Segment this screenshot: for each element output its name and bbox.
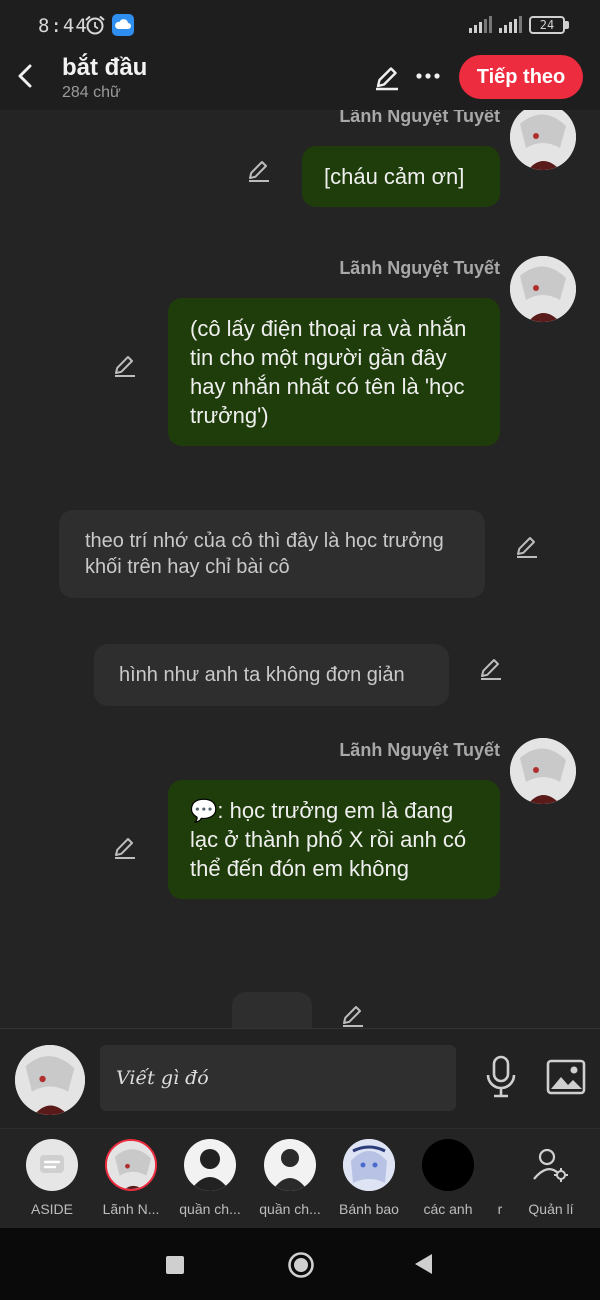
character-lanh-nguyet-tuyet[interactable]: Lãnh N...	[91, 1139, 171, 1217]
character-label: các anh	[423, 1201, 473, 1217]
user-message-bubble[interactable]: [cháu cảm ơn]	[302, 146, 500, 207]
character-banh-bao[interactable]: Bánh bao	[329, 1139, 409, 1217]
character-label: quần ch...	[179, 1201, 241, 1217]
recent-apps-icon[interactable]	[166, 1256, 184, 1274]
character-avatar	[105, 1139, 157, 1191]
story-title: bắt đầu	[62, 54, 148, 81]
user-message-bubble[interactable]: (cô lấy điện thoại ra và nhắn tin cho mộ…	[168, 298, 500, 446]
character-cac-anh[interactable]: các anh	[408, 1139, 488, 1217]
composer: Viết gì đó	[0, 1028, 600, 1128]
image-icon[interactable]	[546, 1059, 586, 1095]
reply-bubble[interactable]: theo trí nhớ của cô thì đây là học trưởn…	[59, 510, 485, 598]
character-label: Lãnh N...	[102, 1201, 160, 1217]
aside-icon	[26, 1139, 78, 1191]
edit-pencil-icon[interactable]	[112, 352, 138, 378]
silhouette-avatar	[184, 1139, 236, 1191]
typing-bubble	[232, 992, 312, 1028]
selected-character-avatar[interactable]	[15, 1045, 85, 1115]
battery-indicator: 24	[529, 16, 565, 34]
system-nav-bar	[0, 1228, 600, 1300]
sender-name: Lãnh Nguyệt Tuyết	[339, 740, 500, 760]
edit-pencil-icon[interactable]	[514, 533, 540, 559]
message-input[interactable]: Viết gì đó	[100, 1045, 456, 1111]
character-label: ASIDE	[30, 1201, 73, 1217]
character-avatar[interactable]	[510, 256, 576, 322]
character-bar: ASIDE Lãnh N... quần ch... quần ch... Bá…	[0, 1128, 600, 1228]
character-label: quần ch...	[259, 1201, 321, 1217]
manage-characters-button[interactable]: Quản lí	[511, 1139, 591, 1217]
character-aside[interactable]: ASIDE	[12, 1139, 92, 1217]
user-message-bubble[interactable]: 💬: học trưởng em là đang lạc ở thành phố…	[168, 780, 500, 899]
more-dots-icon[interactable]	[414, 62, 442, 90]
back-arrow-icon[interactable]	[10, 60, 42, 92]
character-label: Bánh bao	[339, 1201, 399, 1217]
edit-pencil-icon[interactable]	[478, 655, 504, 681]
character-quan-chung-2[interactable]: quần ch...	[250, 1139, 330, 1217]
microphone-icon[interactable]	[482, 1055, 520, 1099]
sender-name: Lãnh Nguyệt Tuyết	[339, 258, 500, 278]
edit-pencil-icon[interactable]	[112, 834, 138, 860]
character-avatar[interactable]	[510, 738, 576, 804]
cloud-app-icon	[112, 14, 134, 36]
character-label: Quản lí	[528, 1201, 574, 1217]
silhouette-avatar	[264, 1139, 316, 1191]
screen: 8:44 24 bắt đầu 284 chữ Tiếp theo Lãnh N…	[0, 0, 600, 1300]
manage-users-icon	[525, 1139, 577, 1191]
word-count: 284 chữ	[62, 84, 121, 101]
edit-pencil-icon[interactable]	[246, 157, 272, 183]
edit-pencil-icon[interactable]	[372, 62, 402, 92]
signal-icon	[469, 16, 492, 33]
status-time: 8:44	[38, 15, 88, 37]
chat-area[interactable]: Lãnh Nguyệt Tuyết [cháu cảm ơn] Lãnh Ngu…	[0, 110, 600, 1028]
home-icon[interactable]	[287, 1251, 315, 1279]
header: bắt đầu 284 chữ Tiếp theo	[0, 52, 600, 110]
reply-bubble[interactable]: hình như anh ta không đơn giản	[94, 644, 449, 706]
next-button[interactable]: Tiếp theo	[459, 55, 583, 99]
character-avatar[interactable]	[510, 110, 576, 170]
signal-icon	[499, 16, 522, 33]
sender-name: Lãnh Nguyệt Tuyết	[339, 110, 500, 126]
back-triangle-icon[interactable]	[412, 1252, 434, 1276]
alarm-clock-icon	[85, 15, 105, 35]
character-quan-chung-1[interactable]: quần ch...	[170, 1139, 250, 1217]
black-avatar	[422, 1139, 474, 1191]
edit-pencil-icon[interactable]	[340, 1002, 366, 1028]
character-avatar	[343, 1139, 395, 1191]
battery-tip	[565, 21, 569, 29]
status-bar: 8:44 24	[0, 0, 600, 52]
